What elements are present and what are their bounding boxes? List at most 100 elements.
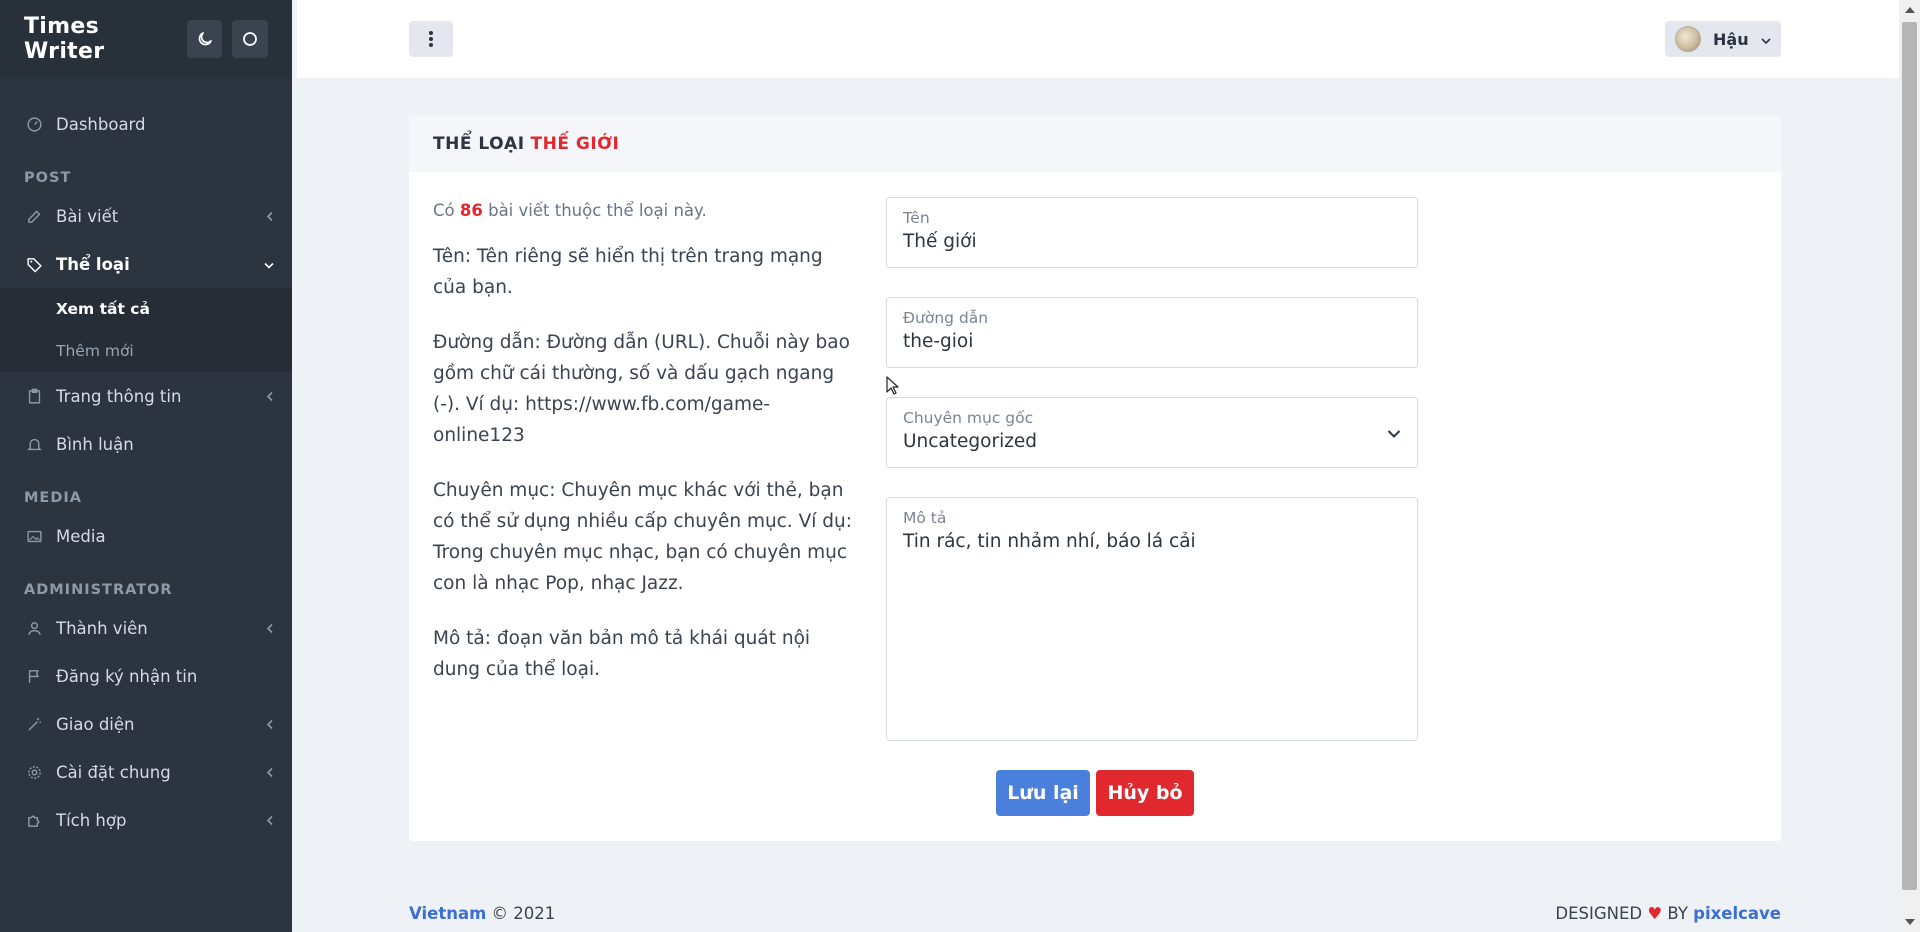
description-textarea[interactable]: Mô tả Tin rác, tin nhảm nhí, báo lá cải [886,497,1418,741]
image-icon [24,526,44,546]
footer-country-link[interactable]: Vietnam [409,904,486,923]
footer-right: DESIGNED ♥ BY pixelcave [1555,904,1781,923]
description-label: Mô tả [903,509,947,527]
sidebar-item-appearance[interactable]: Giao diện [0,700,292,748]
sidebar-item-comments[interactable]: Bình luận [0,420,292,468]
sidebar-item-label: Đăng ký nhận tin [56,666,198,686]
scroll-up-icon[interactable] [1905,7,1915,13]
parent-label: Chuyên mục gốc [903,409,1034,427]
scroll-down-icon[interactable] [1905,919,1915,925]
category-edit-card: THỂ LOẠI THẾ GIỚI Có 86 bài viết thuộc t… [409,115,1781,841]
sidebar-item-media[interactable]: Media [0,512,292,560]
nav-heading-post: POST [24,170,72,186]
name-field[interactable]: Tên Thế giới [886,197,1418,268]
count-prefix: Có [433,201,455,220]
gauge-icon [24,114,44,134]
circle-icon [243,32,258,46]
sidebar-item-label: Giao diện [56,714,135,734]
heart-icon: ♥ [1647,904,1663,923]
slug-field[interactable]: Đường dẫn the-gioi [886,297,1418,368]
moon-icon [198,32,212,46]
sidebar: Times Writer Dashboard POST Bài viết Thể… [0,0,292,932]
gear-icon [24,762,44,782]
nav-heading-admin: ADMINISTRATOR [24,582,173,598]
sidebar-item-label: Dashboard [56,114,146,134]
footer-copyright: © 2021 [491,904,556,923]
help-slug: Đường dẫn: Đường dẫn (URL). Chuỗi này ba… [433,332,850,446]
sidebar-subitem-view-all[interactable]: Xem tất cả [0,288,292,330]
brand-title[interactable]: Times Writer [24,14,177,64]
post-count: 86 [459,201,483,220]
clipboard-icon [24,386,44,406]
cancel-button[interactable]: Hủy bỏ [1096,770,1194,816]
user-name: Hậu [1713,29,1749,49]
scroll-thumb[interactable] [1902,22,1917,890]
sidebar-item-integrations[interactable]: Tích hợp [0,796,292,844]
sidebar-item-label: Thể loại [56,254,130,274]
parent-value: Uncategorized [903,431,1038,452]
sidebar-item-settings[interactable]: Cài đặt chung [0,748,292,796]
categories-submenu: Xem tất cả Thêm mới [0,288,292,372]
count-suffix: bài viết thuộc thể loại này. [488,201,707,220]
save-button[interactable]: Lưu lại [996,770,1090,816]
sidebar-item-label: Bình luận [56,434,134,454]
parent-category-select[interactable]: Chuyên mục gốc Uncategorized [886,397,1418,468]
chevron-left-icon [266,763,274,782]
nav-heading-media: MEDIA [24,490,82,506]
help-parent: Chuyên mục: Chuyên mục khác với thẻ, bạn… [433,480,852,594]
footer-author-link[interactable]: pixelcave [1693,904,1781,923]
sidebar-item-newsletter[interactable]: Đăng ký nhận tin [0,652,292,700]
card-title-prefix: THỂ LOẠI [433,133,525,154]
mouse-cursor-icon [886,376,899,395]
sidebar-item-pages[interactable]: Trang thông tin [0,372,292,420]
chevron-down-icon [264,255,274,274]
avatar [1675,26,1701,52]
footer-designed: DESIGNED [1555,904,1643,923]
description-value[interactable]: Tin rác, tin nhảm nhí, báo lá cải [903,528,1401,556]
flag-icon [24,666,44,686]
sidebar-item-label: Media [56,526,106,546]
sidebar-item-label: Cài đặt chung [56,762,171,782]
edit-icon [24,206,44,226]
help-text: Có 86 bài viết thuộc thể loại này. Tên: … [433,199,853,709]
sidebar-item-categories[interactable]: Thể loại [0,240,292,288]
more-options-button[interactable] [409,21,453,57]
tag-icon [24,254,44,274]
sidebar-item-label: Thành viên [56,618,148,638]
puzzle-icon [24,810,44,830]
theme-toggle-button[interactable] [186,20,223,58]
card-title: THỂ LOẠI THẾ GIỚI [409,115,1781,172]
circle-button[interactable] [232,20,268,58]
user-icon [24,618,44,638]
name-label: Tên [903,209,930,227]
kebab-menu-icon [429,31,433,47]
chevron-left-icon [266,387,274,406]
user-menu-button[interactable]: Hậu [1665,21,1781,57]
slug-value[interactable]: the-gioi [903,328,1401,356]
bell-icon [24,434,44,454]
help-description: Mô tả: đoạn văn bản mô tả khái quát nội … [433,628,811,680]
footer-left: Vietnam © 2021 [409,904,555,923]
chevron-down-icon [1761,30,1771,49]
footer: Vietnam © 2021 DESIGNED ♥ BY pixelcave [409,900,1781,930]
sidebar-subitem-add-new[interactable]: Thêm mới [0,330,292,372]
sidebar-item-posts[interactable]: Bài viết [0,192,292,240]
top-header: Hậu [297,0,1899,78]
name-value[interactable]: Thế giới [903,228,1401,256]
chevron-left-icon [266,715,274,734]
chevron-left-icon [266,811,274,830]
post-count-line: Có 86 bài viết thuộc thể loại này. [433,199,853,223]
wand-icon [24,714,44,734]
chevron-left-icon [266,619,274,638]
footer-by: BY [1667,904,1688,923]
help-name: Tên: Tên riêng sẽ hiển thị trên trang mạ… [433,246,823,298]
brand-bar: Times Writer [0,0,292,78]
sidebar-item-dashboard[interactable]: Dashboard [0,100,292,148]
chevron-left-icon [266,207,274,226]
sidebar-item-members[interactable]: Thành viên [0,604,292,652]
sidebar-nav: Dashboard POST Bài viết Thể loại Xem tất… [0,78,292,844]
slug-label: Đường dẫn [903,309,989,327]
chevron-down-icon [1387,423,1401,442]
page-scrollbar[interactable] [1899,0,1920,932]
sidebar-item-label: Tích hợp [56,810,127,830]
